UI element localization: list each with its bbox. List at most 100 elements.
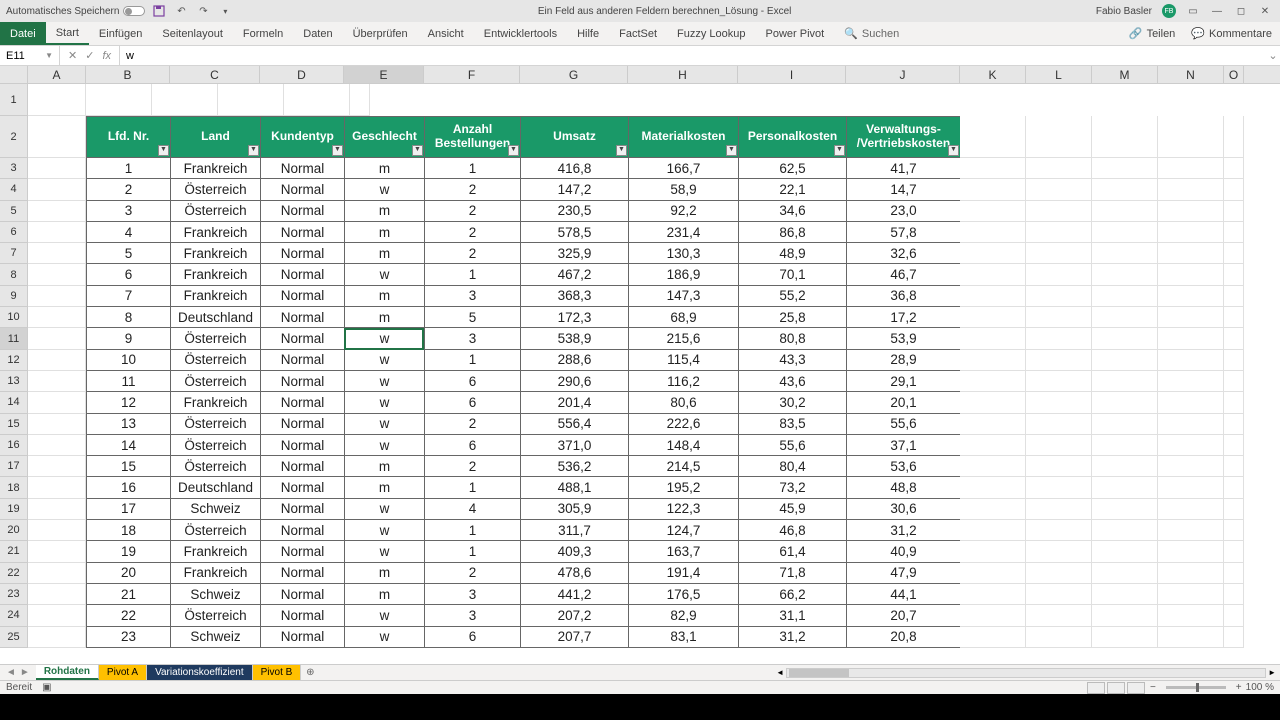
row-header[interactable]: 22 bbox=[0, 563, 28, 584]
formula-input[interactable]: w bbox=[120, 50, 1266, 62]
table-cell[interactable]: Normal bbox=[260, 350, 344, 371]
horizontal-scrollbar[interactable]: ◄ ► bbox=[319, 665, 1280, 680]
table-cell[interactable]: 25,8 bbox=[738, 307, 846, 328]
column-header[interactable]: K bbox=[960, 66, 1026, 83]
cell[interactable] bbox=[1224, 158, 1244, 179]
table-cell[interactable]: 148,4 bbox=[628, 435, 738, 456]
cell[interactable] bbox=[960, 456, 1026, 477]
table-cell[interactable]: 12 bbox=[86, 392, 170, 413]
table-cell[interactable]: 36,8 bbox=[846, 286, 960, 307]
table-cell[interactable]: 441,2 bbox=[520, 584, 628, 605]
table-cell[interactable]: Normal bbox=[260, 243, 344, 264]
table-cell[interactable]: Normal bbox=[260, 541, 344, 562]
column-header[interactable]: D bbox=[260, 66, 344, 83]
table-cell[interactable]: Normal bbox=[260, 520, 344, 541]
cell[interactable] bbox=[960, 605, 1026, 626]
cell[interactable] bbox=[1158, 179, 1224, 200]
table-cell[interactable]: Österreich bbox=[170, 179, 260, 200]
cell[interactable] bbox=[28, 541, 86, 562]
table-cell[interactable]: 124,7 bbox=[628, 520, 738, 541]
row-header[interactable]: 12 bbox=[0, 350, 28, 371]
cell[interactable] bbox=[1224, 563, 1244, 584]
cell[interactable] bbox=[960, 435, 1026, 456]
column-header[interactable]: M bbox=[1092, 66, 1158, 83]
table-cell[interactable]: 2 bbox=[424, 563, 520, 584]
table-cell[interactable]: 19 bbox=[86, 541, 170, 562]
table-cell[interactable]: Normal bbox=[260, 201, 344, 222]
table-cell[interactable]: 45,9 bbox=[738, 499, 846, 520]
cell[interactable] bbox=[960, 371, 1026, 392]
cell[interactable] bbox=[28, 243, 86, 264]
table-cell[interactable]: 488,1 bbox=[520, 477, 628, 498]
qat-customize-icon[interactable]: ▾ bbox=[217, 3, 233, 19]
table-cell[interactable]: 578,5 bbox=[520, 222, 628, 243]
cell[interactable] bbox=[1026, 605, 1092, 626]
cell[interactable] bbox=[1026, 520, 1092, 541]
table-cell[interactable]: 1 bbox=[86, 158, 170, 179]
spreadsheet-grid[interactable]: ABCDEFGHIJKLMNO 12Lfd. Nr.▼Land▼Kundenty… bbox=[0, 66, 1280, 664]
table-cell[interactable]: 16 bbox=[86, 477, 170, 498]
cell[interactable] bbox=[1026, 541, 1092, 562]
cell[interactable] bbox=[28, 584, 86, 605]
row-header[interactable]: 14 bbox=[0, 392, 28, 413]
row-header[interactable]: 18 bbox=[0, 477, 28, 498]
table-header[interactable]: Umsatz▼ bbox=[520, 116, 628, 158]
table-cell[interactable]: Normal bbox=[260, 456, 344, 477]
cell[interactable] bbox=[28, 392, 86, 413]
cell[interactable] bbox=[1158, 350, 1224, 371]
table-cell[interactable]: m bbox=[344, 477, 424, 498]
table-cell[interactable]: Normal bbox=[260, 328, 344, 349]
ribbon-tab-fuzzy lookup[interactable]: Fuzzy Lookup bbox=[667, 22, 755, 45]
table-cell[interactable]: m bbox=[344, 222, 424, 243]
user-name[interactable]: Fabio Basler bbox=[1096, 6, 1152, 17]
table-header[interactable]: Verwaltungs-/Vertriebskosten▼ bbox=[846, 116, 960, 158]
cell[interactable] bbox=[1224, 179, 1244, 200]
cell[interactable] bbox=[1224, 350, 1244, 371]
ribbon-tab-entwicklertools[interactable]: Entwicklertools bbox=[474, 22, 567, 45]
cell[interactable] bbox=[1026, 456, 1092, 477]
cell[interactable] bbox=[1158, 201, 1224, 222]
cell[interactable] bbox=[1092, 392, 1158, 413]
row-header[interactable]: 21 bbox=[0, 541, 28, 562]
table-cell[interactable]: Normal bbox=[260, 584, 344, 605]
table-cell[interactable]: Österreich bbox=[170, 435, 260, 456]
cell[interactable] bbox=[960, 116, 1026, 158]
row-header[interactable]: 19 bbox=[0, 499, 28, 520]
cell[interactable] bbox=[1026, 222, 1092, 243]
table-cell[interactable]: 48,8 bbox=[846, 477, 960, 498]
table-cell[interactable]: 305,9 bbox=[520, 499, 628, 520]
cell[interactable] bbox=[1158, 605, 1224, 626]
page-layout-view-icon[interactable] bbox=[1107, 682, 1125, 694]
cell[interactable] bbox=[960, 179, 1026, 200]
cell[interactable] bbox=[1092, 541, 1158, 562]
table-cell[interactable]: 8 bbox=[86, 307, 170, 328]
ribbon-tab-einfügen[interactable]: Einfügen bbox=[89, 22, 152, 45]
row-header[interactable]: 20 bbox=[0, 520, 28, 541]
table-cell[interactable]: m bbox=[344, 307, 424, 328]
table-cell[interactable]: 43,6 bbox=[738, 371, 846, 392]
fx-icon[interactable]: fx bbox=[102, 50, 111, 62]
filter-dropdown-icon[interactable]: ▼ bbox=[834, 145, 845, 156]
cell[interactable] bbox=[1026, 350, 1092, 371]
table-cell[interactable]: m bbox=[344, 243, 424, 264]
row-header[interactable]: 4 bbox=[0, 179, 28, 200]
ribbon-tab-start[interactable]: Start bbox=[46, 22, 89, 45]
cell[interactable] bbox=[1158, 328, 1224, 349]
cell[interactable] bbox=[960, 541, 1026, 562]
comments-button[interactable]: 💬 Kommentare bbox=[1183, 22, 1280, 45]
table-cell[interactable]: w bbox=[344, 264, 424, 285]
cell[interactable] bbox=[28, 477, 86, 498]
table-cell[interactable]: w bbox=[344, 499, 424, 520]
table-cell[interactable]: 122,3 bbox=[628, 499, 738, 520]
cell[interactable] bbox=[1224, 435, 1244, 456]
table-cell[interactable]: 6 bbox=[86, 264, 170, 285]
table-cell[interactable]: 371,0 bbox=[520, 435, 628, 456]
table-cell[interactable]: 17,2 bbox=[846, 307, 960, 328]
cell[interactable] bbox=[1092, 584, 1158, 605]
table-cell[interactable]: Österreich bbox=[170, 456, 260, 477]
cell[interactable] bbox=[1224, 477, 1244, 498]
table-cell[interactable]: 409,3 bbox=[520, 541, 628, 562]
table-cell[interactable]: 5 bbox=[86, 243, 170, 264]
table-cell[interactable]: Schweiz bbox=[170, 499, 260, 520]
accept-formula-icon[interactable]: ✓ bbox=[85, 49, 94, 62]
